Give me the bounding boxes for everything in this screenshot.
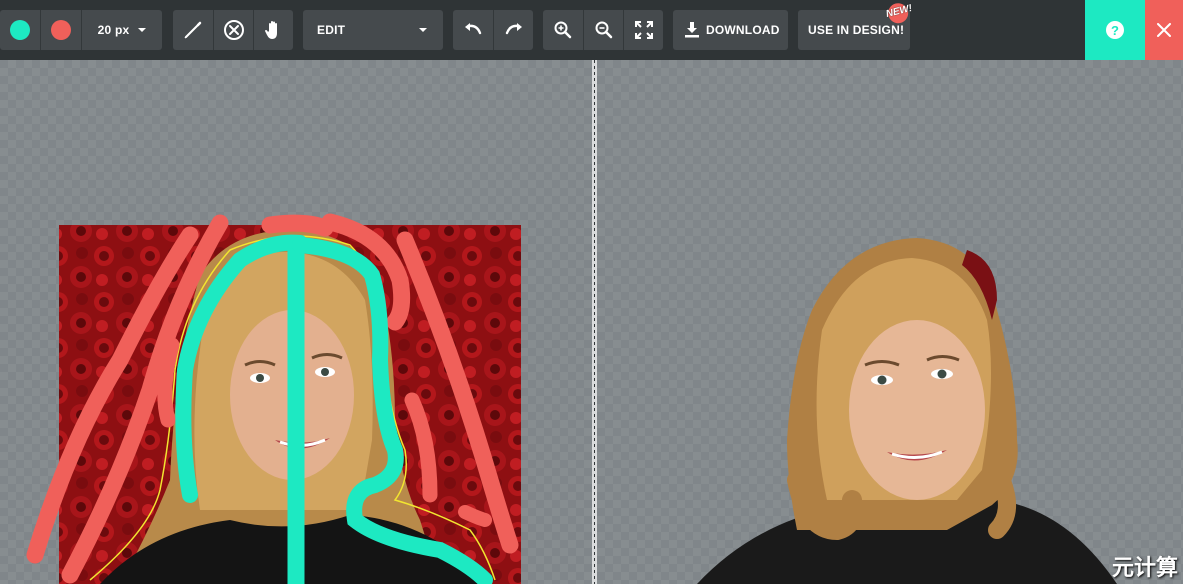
zoom-in-icon — [554, 21, 572, 39]
fit-screen-icon — [634, 21, 653, 39]
brush-size-value: 20 px — [97, 23, 130, 37]
zoom-out-button[interactable] — [584, 10, 623, 50]
zoom-group — [543, 10, 663, 50]
photo-cutout-preview — [697, 238, 1117, 584]
eraser-tool-button[interactable] — [214, 10, 253, 50]
tool-group — [173, 10, 293, 50]
mode-dropdown[interactable]: EDIT — [303, 10, 443, 50]
pencil-icon — [184, 21, 202, 39]
zoom-out-icon — [595, 21, 612, 39]
hand-icon — [264, 21, 277, 39]
toolbar: 20 px EDIT DOWNLOAD USE IN DESIGN! NEW! … — [0, 0, 1183, 60]
fit-screen-button[interactable] — [624, 10, 663, 50]
pencil-tool-button[interactable] — [173, 10, 213, 50]
mode-value: EDIT — [317, 23, 346, 37]
remove-color-button[interactable] — [41, 10, 81, 50]
editor-canvas[interactable] — [0, 60, 592, 584]
zoom-in-button[interactable] — [543, 10, 583, 50]
help-button[interactable]: ? — [1085, 0, 1145, 60]
photo-original[interactable] — [0, 60, 592, 584]
marker-group: 20 px — [0, 10, 162, 50]
help-icon: ? — [1106, 21, 1124, 39]
history-group — [453, 10, 533, 50]
close-button[interactable] — [1145, 0, 1183, 60]
new-badge: NEW! — [884, 0, 922, 27]
keep-color-button[interactable] — [0, 10, 40, 50]
preview-canvas — [597, 60, 1183, 584]
brush-size-dropdown[interactable]: 20 px — [82, 10, 162, 50]
undo-button[interactable] — [453, 10, 493, 50]
hand-tool-button[interactable] — [254, 10, 293, 50]
watermark: 元计算 — [1112, 555, 1179, 580]
chevron-down-icon — [419, 28, 427, 32]
download-label: DOWNLOAD — [706, 23, 780, 37]
redo-icon — [505, 23, 522, 35]
remove-color-icon — [51, 20, 71, 40]
redo-button[interactable] — [494, 10, 533, 50]
download-button[interactable]: DOWNLOAD — [673, 10, 788, 50]
close-icon — [1157, 23, 1171, 37]
undo-icon — [465, 23, 482, 35]
keep-color-icon — [10, 20, 30, 40]
eraser-icon — [223, 20, 244, 40]
chevron-down-icon — [138, 28, 147, 32]
download-icon — [685, 22, 699, 38]
